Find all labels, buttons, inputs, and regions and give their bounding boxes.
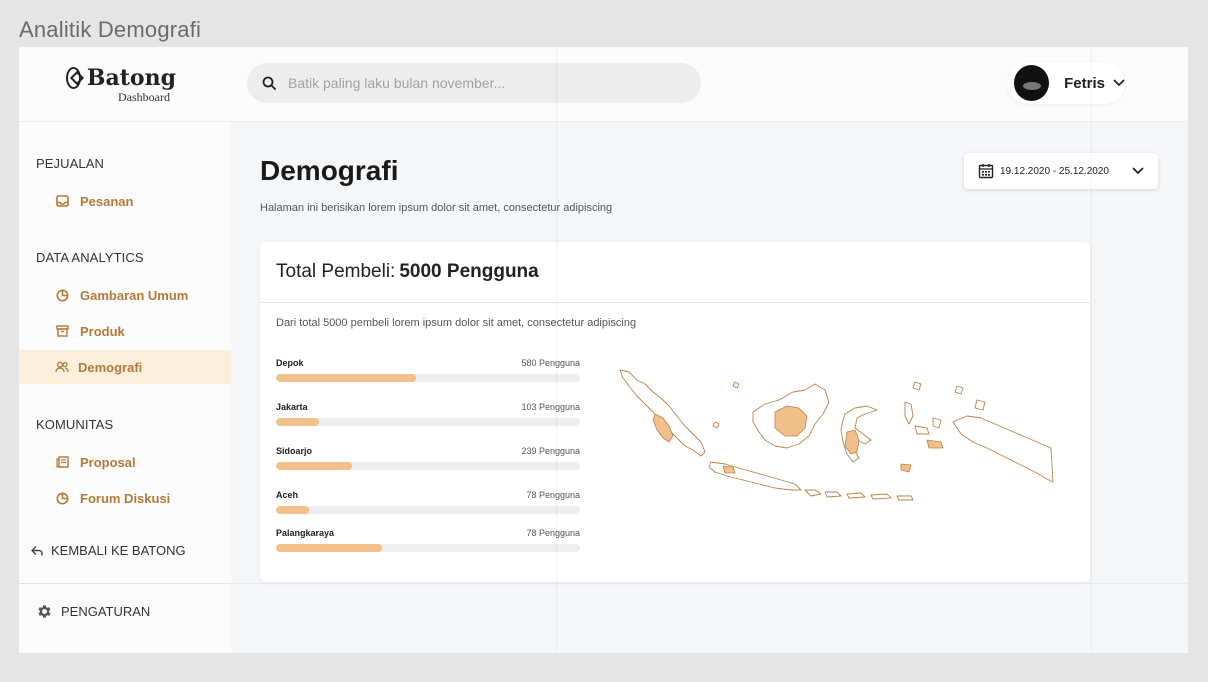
date-range-value: 19.12.2020 - 25.12.2020: [1000, 165, 1109, 177]
sidebar-section-title: PEJUALAN: [36, 156, 104, 171]
user-menu[interactable]: Fetris: [1007, 62, 1125, 104]
city-count: 580 Pengguna: [521, 358, 580, 368]
card-title-prefix: Total Pembeli:: [276, 261, 396, 282]
back-to-batong-link[interactable]: KEMBALI KE BATONG: [31, 543, 186, 558]
progress-fill: [276, 374, 416, 382]
sidebar: PEJUALAN Pesanan DATA ANALYTICS Gambaran…: [19, 122, 231, 653]
document-icon: [54, 454, 70, 470]
city-count: 239 Pengguna: [521, 446, 580, 456]
back-link-label: KEMBALI KE BATONG: [51, 543, 186, 558]
settings-button[interactable]: PENGATURAN: [19, 583, 231, 638]
chevron-down-icon: [1113, 79, 1125, 87]
city-count: 103 Pengguna: [521, 402, 580, 412]
pie-chart-icon: [54, 287, 70, 303]
top-header: Batong Dashboard Fetris: [19, 47, 1188, 122]
indonesia-map: [619, 369, 1054, 501]
progress-track: [276, 544, 580, 552]
sidebar-item-proposal[interactable]: Proposal: [19, 445, 231, 479]
card-title-value: 5000 Pengguna: [399, 261, 539, 282]
brand-name: Batong: [86, 65, 176, 91]
sidebar-section-title: KOMUNITAS: [36, 417, 114, 432]
layout-guide: [1091, 47, 1092, 653]
sidebar-item-gambaran-umum[interactable]: Gambaran Umum: [19, 278, 231, 312]
user-name: Fetris: [1064, 74, 1105, 92]
city-count: 78 Pengguna: [526, 490, 580, 500]
frame-title: Analitik Demografi: [19, 17, 202, 42]
city-count: 78 Pengguna: [526, 528, 580, 538]
card-description: Dari total 5000 pembeli lorem ipsum dolo…: [276, 317, 637, 329]
list-item: Palangkaraya 78 Pengguna: [276, 528, 580, 572]
calendar-icon: [978, 163, 994, 179]
city-name: Depok: [276, 358, 304, 368]
chevron-down-icon: [1132, 167, 1144, 175]
page-title: Demografi: [260, 155, 399, 186]
brand-subtitle: Dashboard: [118, 90, 170, 104]
city-name: Jakarta: [276, 402, 308, 412]
archive-icon: [54, 323, 70, 339]
dashboard-app: Batong Dashboard Fetris PEJUALAN Pesanan: [19, 47, 1188, 653]
list-item: Sidoarjo 239 Pengguna: [276, 446, 580, 490]
progress-fill: [276, 462, 352, 470]
avatar: [1014, 65, 1050, 101]
progress-fill: [276, 544, 383, 552]
inbox-icon: [54, 193, 70, 209]
list-item: Jakarta 103 Pengguna: [276, 402, 580, 446]
list-item: Depok 580 Pengguna: [276, 358, 580, 402]
layout-guide: [19, 583, 1188, 584]
sidebar-item-label: Pesanan: [80, 193, 134, 209]
city-name: Sidoarjo: [276, 446, 313, 456]
sidebar-item-label: Gambaran Umum: [80, 287, 189, 303]
search-icon: [260, 74, 278, 92]
pie-chart-icon: [54, 490, 70, 506]
sidebar-item-produk[interactable]: Produk: [19, 314, 231, 348]
date-range-picker[interactable]: 19.12.2020 - 25.12.2020: [964, 153, 1158, 189]
progress-fill: [276, 506, 310, 514]
sidebar-section-title: DATA ANALYTICS: [36, 250, 144, 265]
page-description: Halaman ini berisikan lorem ipsum dolor …: [260, 202, 613, 214]
sidebar-item-pesanan[interactable]: Pesanan: [19, 184, 231, 218]
progress-track: [276, 374, 580, 382]
sidebar-item-label: Proposal: [80, 454, 136, 470]
sidebar-item-label: Demografi: [78, 359, 143, 375]
sidebar-item-label: Forum Diskusi: [80, 490, 171, 506]
sidebar-item-demografi[interactable]: Demografi: [19, 350, 231, 384]
back-arrow-icon: [31, 545, 43, 556]
progress-track: [276, 462, 580, 470]
list-item: Aceh 78 Pengguna: [276, 490, 580, 528]
users-icon: [54, 359, 70, 375]
progress-track: [276, 418, 580, 426]
city-name: Aceh: [276, 490, 299, 500]
layout-guide: [556, 47, 557, 653]
city-bar-list: Depok 580 Pengguna Jakarta 103 Pengguna Si…: [276, 358, 580, 572]
progress-fill: [276, 418, 319, 426]
gear-icon: [36, 603, 53, 620]
settings-label: PENGATURAN: [61, 603, 151, 619]
brand-mark-icon: [66, 67, 81, 89]
brand-logo[interactable]: Batong Dashboard: [66, 66, 176, 105]
search-input[interactable]: [286, 74, 690, 92]
city-name: Palangkaraya: [276, 528, 335, 538]
search-bar[interactable]: [247, 63, 701, 103]
sidebar-item-forum-diskusi[interactable]: Forum Diskusi: [19, 481, 231, 515]
buyers-card: Total Pembeli: 5000 Pengguna Dari total …: [260, 242, 1090, 582]
progress-track: [276, 506, 580, 514]
card-title: Total Pembeli: 5000 Pengguna: [260, 242, 1090, 303]
sidebar-item-label: Produk: [80, 323, 125, 339]
